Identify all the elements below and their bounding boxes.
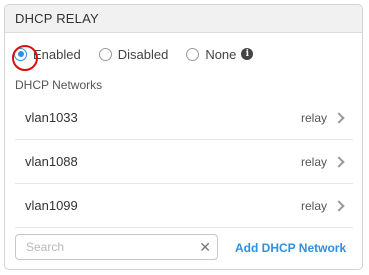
close-icon[interactable]: ✕ <box>199 240 211 254</box>
radio-none-circle[interactable] <box>186 47 200 61</box>
dhcp-networks-list: vlan1033 relay vlan1088 relay vlan1099 r… <box>15 96 353 228</box>
radio-disabled-circle[interactable] <box>98 47 112 61</box>
radio-none-label: None <box>205 46 237 62</box>
chevron-right-icon[interactable] <box>333 199 345 212</box>
radio-none[interactable]: None i <box>186 46 254 62</box>
search-input[interactable] <box>26 240 200 254</box>
network-name: vlan1088 <box>25 154 78 169</box>
radio-disabled-label: Disabled <box>117 46 169 62</box>
network-row-right: relay <box>301 155 345 169</box>
chevron-right-icon[interactable] <box>333 111 345 124</box>
network-row-right: relay <box>301 199 345 213</box>
radio-enabled-label: Enabled <box>33 46 81 62</box>
panel-title: DHCP RELAY <box>15 11 99 26</box>
network-mode: relay <box>300 110 327 125</box>
dhcp-networks-heading: DHCP Networks <box>15 78 103 92</box>
radio-enabled-circle[interactable] <box>14 47 27 61</box>
radio-enabled[interactable]: Enabled <box>14 47 81 62</box>
dhcp-relay-panel: DHCP RELAY Enabled Disabled None i DHCP … <box>4 4 363 270</box>
network-name: vlan1033 <box>25 110 78 125</box>
relay-mode-radio-group: Enabled Disabled None i <box>14 45 271 63</box>
network-row-right: relay <box>301 111 345 125</box>
chevron-right-icon[interactable] <box>333 155 345 168</box>
network-name: vlan1099 <box>25 198 78 213</box>
network-mode: relay <box>300 198 327 213</box>
panel-header: DHCP RELAY <box>5 5 362 33</box>
radio-disabled[interactable]: Disabled <box>98 46 169 62</box>
info-icon[interactable]: i <box>241 48 254 60</box>
search-box: ✕ <box>15 234 218 260</box>
network-row-vlan1099[interactable]: vlan1099 relay <box>15 184 353 228</box>
network-row-vlan1033[interactable]: vlan1033 relay <box>15 96 353 140</box>
network-mode: relay <box>300 154 327 169</box>
network-row-vlan1088[interactable]: vlan1088 relay <box>15 140 353 184</box>
add-dhcp-network-link[interactable]: Add DHCP Network <box>235 241 346 255</box>
